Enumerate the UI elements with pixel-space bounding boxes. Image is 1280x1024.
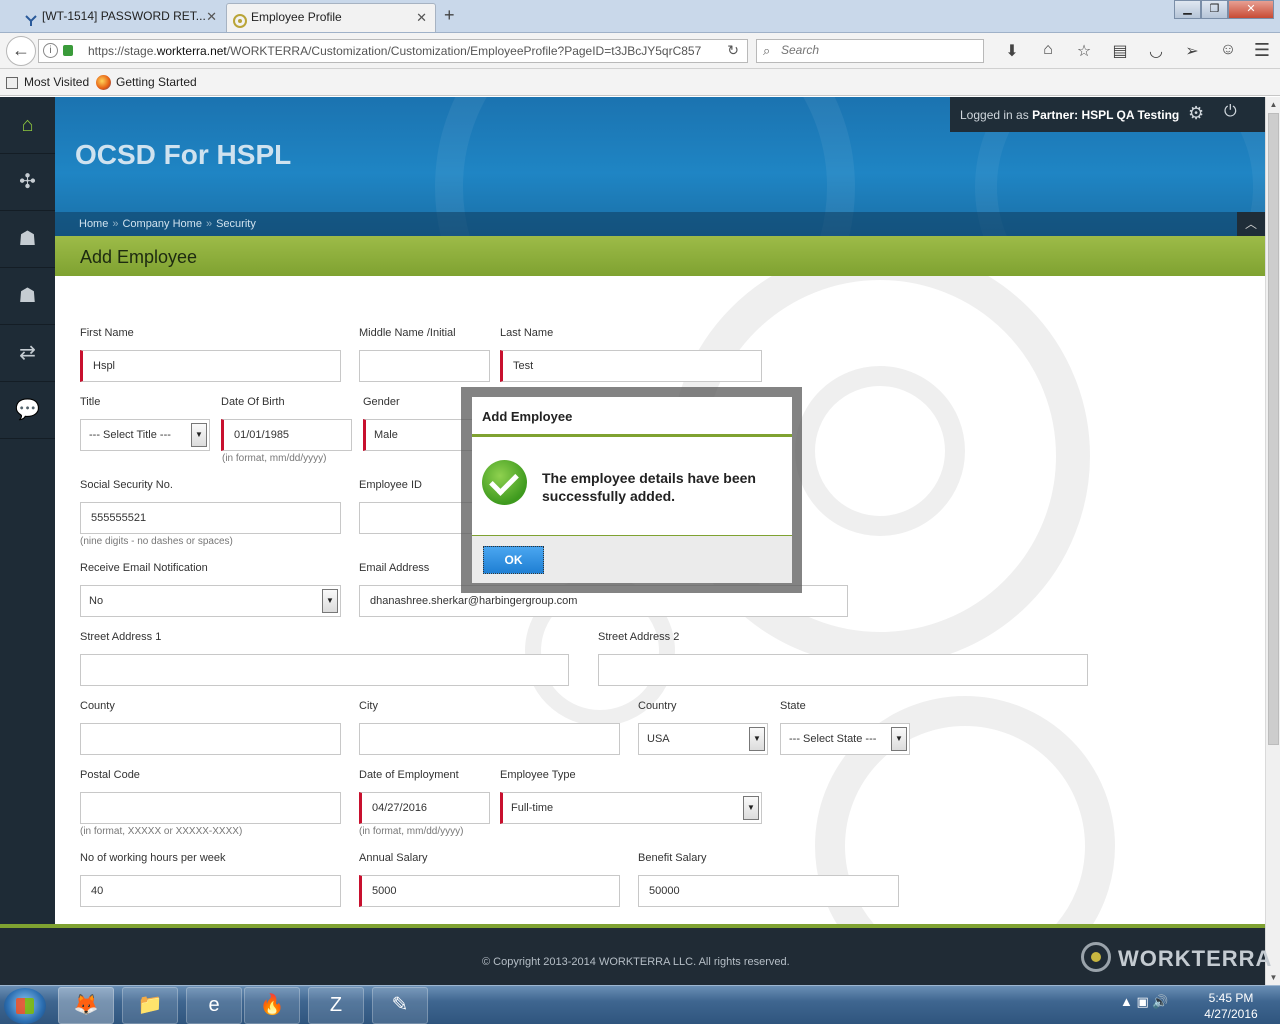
hamburger-menu-icon[interactable]: ☰ — [1254, 40, 1270, 61]
url-text: https://stage.workterra.net/WORKTERRA/Cu… — [88, 44, 702, 58]
volume-icon[interactable]: 🔊 — [1152, 994, 1168, 1009]
browser-nav-bar: ← i https://stage.workterra.net/WORKTERR… — [0, 33, 1280, 69]
browser-tab-bar: [WT-1514] PASSWORD RET... ✕ Employee Pro… — [0, 0, 1280, 33]
download-icon[interactable]: ⬇ — [994, 41, 1030, 61]
dialog-body: The employee details have been successfu… — [472, 440, 792, 535]
close-icon[interactable]: ✕ — [416, 4, 427, 31]
taskbar-firefox-icon[interactable]: 🦊 — [58, 987, 114, 1024]
reload-icon[interactable]: ↻ — [727, 42, 739, 59]
browser-tab-label: Employee Profile — [251, 10, 342, 24]
pocket-icon[interactable]: ◡ — [1138, 41, 1174, 61]
bookmark-star-icon[interactable]: ☆ — [1066, 41, 1102, 61]
reading-list-icon[interactable]: ▤ — [1102, 41, 1138, 61]
chat-icon[interactable]: ☺ — [1210, 41, 1246, 61]
copyright-text: © Copyright 2013-2014 WORKTERRA LLC. All… — [482, 956, 790, 968]
dialog-header: Add Employee — [472, 397, 792, 437]
new-tab-icon[interactable]: + — [444, 5, 455, 26]
network-icon[interactable]: ▣ — [1137, 994, 1149, 1009]
minimize-button[interactable]: ▁ — [1174, 0, 1201, 19]
home-icon[interactable]: ⌂ — [1030, 41, 1066, 61]
browser-tab-label: [WT-1514] PASSWORD RET... — [42, 9, 206, 23]
browser-tab-employee-profile[interactable]: Employee Profile ✕ — [226, 3, 436, 32]
scrollbar-thumb[interactable] — [1268, 113, 1279, 745]
window-close-button[interactable]: ✕ — [1228, 0, 1274, 19]
info-icon[interactable]: i — [43, 43, 58, 58]
taskbar-z-app-icon[interactable]: Z — [308, 987, 364, 1024]
modal-frame: Add Employee The employee details have b… — [461, 387, 802, 593]
tray-expand-icon[interactable]: ▲ — [1120, 994, 1133, 1009]
scroll-down-icon[interactable]: ▼ — [1266, 970, 1280, 985]
start-button[interactable] — [4, 988, 46, 1024]
dialog-title: Add Employee — [482, 409, 573, 424]
taskbar-clock[interactable]: 5:45 PM 4/27/2016 — [1196, 990, 1266, 1022]
workterra-logo-icon — [1081, 942, 1111, 972]
back-arrow-icon[interactable]: ← — [6, 36, 36, 66]
browser-search-box[interactable]: ⌕ — [756, 39, 984, 63]
restore-button[interactable]: ❐ — [1201, 0, 1228, 19]
clock-date: 4/27/2016 — [1204, 1007, 1258, 1021]
page-scrollbar[interactable]: ▲ ▼ — [1265, 97, 1280, 985]
jira-icon — [24, 10, 38, 26]
firefox-icon — [96, 75, 111, 90]
bookmarks-bar: Most Visited Getting Started — [0, 69, 1280, 96]
system-tray: ▲ ▣ 🔊 — [1120, 994, 1169, 1010]
taskbar-internet-explorer-icon[interactable]: e — [186, 987, 242, 1024]
footer-brand: WORKTERRA — [1118, 946, 1273, 971]
app-footer: © Copyright 2013-2014 WORKTERRA LLC. All… — [0, 924, 1271, 985]
dialog-footer: OK — [472, 535, 792, 583]
url-bar[interactable]: i https://stage.workterra.net/WORKTERRA/… — [38, 39, 748, 63]
windows-taskbar: 🦊 📁 e 🔥 Z ✎ ▲ ▣ 🔊 5:45 PM 4/27/2016 — [0, 985, 1280, 1024]
add-employee-dialog: Add Employee The employee details have b… — [472, 397, 792, 583]
send-icon[interactable]: ➢ — [1174, 41, 1210, 61]
taskbar-explorer-icon[interactable]: 📁 — [122, 987, 178, 1024]
taskbar-notepad-icon[interactable]: ✎ — [372, 987, 428, 1024]
bookmark-most-visited[interactable]: Most Visited — [24, 75, 89, 89]
ok-button[interactable]: OK — [483, 546, 544, 574]
dialog-message: The employee details have been successfu… — [542, 470, 756, 504]
browser-toolbar-icons: ⬇ ⌂ ☆ ▤ ◡ ➢ ☺ — [994, 41, 1246, 61]
bookmark-getting-started[interactable]: Getting Started — [116, 75, 197, 89]
workterra-favicon-icon — [233, 11, 247, 28]
close-icon[interactable]: ✕ — [206, 3, 217, 30]
scroll-up-icon[interactable]: ▲ — [1266, 97, 1280, 112]
lock-icon[interactable] — [63, 45, 73, 56]
window-controls: ▁ ❐ ✕ — [1174, 0, 1274, 19]
search-input[interactable] — [781, 43, 977, 57]
folder-icon — [6, 77, 18, 89]
browser-tab-jira[interactable]: [WT-1514] PASSWORD RET... ✕ — [18, 3, 225, 32]
clock-time: 5:45 PM — [1208, 991, 1254, 1005]
taskbar-flame-icon[interactable]: 🔥 — [244, 987, 300, 1024]
success-check-icon — [482, 460, 527, 505]
search-icon: ⌕ — [763, 43, 771, 58]
